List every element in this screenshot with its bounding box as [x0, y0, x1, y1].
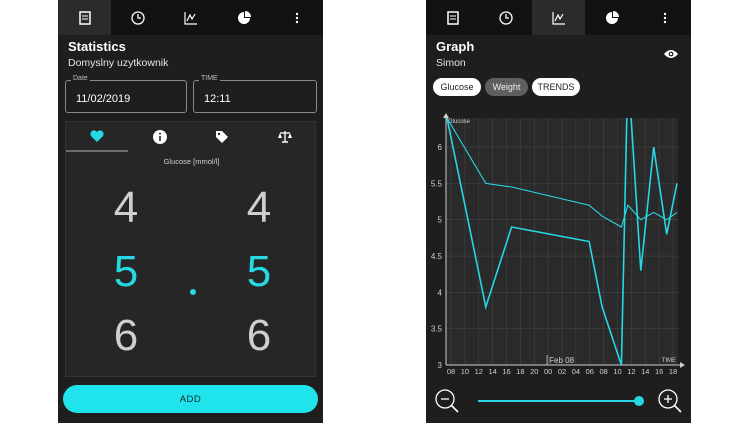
- y-tick-label: 3.5: [431, 325, 443, 334]
- date-label: Date: [71, 75, 90, 82]
- x-tick-label: 08: [599, 367, 607, 376]
- pie-icon: [237, 10, 251, 24]
- info-icon: [153, 130, 167, 144]
- eye-icon: [664, 50, 678, 58]
- zoom-slider-track[interactable]: [478, 400, 639, 402]
- x-tick-label: 04: [572, 367, 580, 376]
- decimal-digit-prev[interactable]: 4: [239, 186, 279, 230]
- pie-icon: [605, 10, 619, 24]
- x-tick-label: 02: [558, 367, 566, 376]
- visibility-toggle[interactable]: [663, 47, 679, 65]
- scale-icon: [278, 131, 292, 143]
- heart-icon: [90, 130, 104, 142]
- tab-info[interactable]: [129, 122, 191, 152]
- page-title: Graph: [436, 39, 475, 54]
- statistics-screen: Statistics Domyslny uzytkownik Date 11/0…: [58, 0, 323, 423]
- x-tick-label: 06: [586, 367, 594, 376]
- user-name: Simon: [436, 57, 466, 69]
- x-tick-label: 20: [530, 367, 538, 376]
- y-tick-label: 5: [438, 216, 443, 225]
- x-tick-label: 10: [613, 367, 621, 376]
- tab-bar: [426, 0, 691, 35]
- tab-glucose[interactable]: [66, 122, 128, 152]
- entry-card: Glucose [mmol/l] 4 5 6 4 5 6: [65, 121, 316, 377]
- tab-history[interactable]: [111, 0, 164, 35]
- x-tick-label: 18: [669, 367, 677, 376]
- date-value: 11/02/2019: [76, 93, 131, 105]
- time-field[interactable]: TIME 12:11: [193, 75, 317, 113]
- user-name: Domyslny uzytkownik: [68, 57, 169, 69]
- tab-graph[interactable]: [532, 0, 585, 35]
- glucose-chip[interactable]: Glucose: [433, 78, 481, 96]
- x-tick-label: 16: [655, 367, 663, 376]
- zoom-out-button[interactable]: [433, 387, 461, 415]
- tab-weight[interactable]: [254, 122, 316, 152]
- y-tick-label: 3: [438, 361, 443, 370]
- unit-label: Glucose [mmol/l]: [163, 157, 220, 166]
- y-axis-arrow: [443, 113, 449, 118]
- y-tick-label: 5.5: [431, 179, 443, 188]
- zoom-slider-thumb[interactable]: [634, 396, 644, 406]
- tab-more[interactable]: [638, 0, 691, 35]
- tab-more[interactable]: [270, 0, 323, 35]
- trends-chip[interactable]: TRENDS: [532, 78, 580, 96]
- clock-icon: [130, 10, 145, 25]
- integer-digit-prev[interactable]: 4: [106, 186, 146, 230]
- tab-stats[interactable]: [217, 0, 270, 35]
- y-tick-label: 4.5: [431, 252, 443, 261]
- add-button[interactable]: ADD: [63, 385, 318, 413]
- x-tick-label: 08: [447, 367, 455, 376]
- more-icon: [295, 12, 298, 23]
- x-tick-label: 12: [627, 367, 635, 376]
- zoom-in-button[interactable]: [656, 387, 684, 415]
- x-tick-label: 14: [641, 367, 649, 376]
- x-tick-label: 12: [475, 367, 483, 376]
- x-tick-label: 00: [544, 367, 552, 376]
- date-marker-label: Feb 08: [549, 356, 574, 365]
- clock-icon: [498, 10, 513, 25]
- graph-screen: Graph Simon Glucose Weight TRENDS 6 5.5 5 4…: [426, 0, 691, 423]
- y-tick-label: 4: [438, 288, 443, 297]
- decimal-digit-next[interactable]: 6: [239, 314, 279, 358]
- glucose-chart[interactable]: 6 5.5 5 4.5 4 3.5 3 Glucose TIME Feb 08 08 10 12 14 16…: [426, 110, 691, 380]
- more-icon: [663, 12, 666, 23]
- y-axis-label: Glucose: [448, 119, 471, 125]
- date-field[interactable]: Date 11/02/2019: [65, 75, 187, 113]
- decimal-digit-selected[interactable]: 5: [239, 250, 279, 294]
- note-icon: [78, 10, 91, 25]
- tab-stats[interactable]: [585, 0, 638, 35]
- tab-history[interactable]: [479, 0, 532, 35]
- time-label: TIME: [199, 75, 220, 82]
- note-icon: [446, 10, 459, 25]
- x-tick-label: 10: [461, 367, 469, 376]
- x-tick-label: 18: [516, 367, 524, 376]
- page-title: Statistics: [68, 39, 126, 54]
- integer-digit-selected[interactable]: 5: [106, 250, 146, 294]
- tab-notes[interactable]: [58, 0, 111, 35]
- graph-icon: [551, 11, 565, 25]
- tag-icon: [216, 131, 228, 143]
- x-axis-label: TIME: [662, 358, 676, 364]
- x-tick-label: 16: [502, 367, 510, 376]
- tab-notes[interactable]: [426, 0, 479, 35]
- decimal-point: [190, 289, 196, 295]
- x-axis-arrow: [680, 362, 685, 368]
- y-tick-label: 6: [438, 143, 443, 152]
- integer-digit-next[interactable]: 6: [106, 314, 146, 358]
- time-value: 12:11: [204, 93, 231, 105]
- tab-graph[interactable]: [164, 0, 217, 35]
- graph-icon: [183, 11, 197, 25]
- weight-chip[interactable]: Weight: [485, 78, 528, 96]
- tab-bar: [58, 0, 323, 35]
- tab-tags[interactable]: [191, 122, 253, 152]
- x-tick-label: 14: [488, 367, 496, 376]
